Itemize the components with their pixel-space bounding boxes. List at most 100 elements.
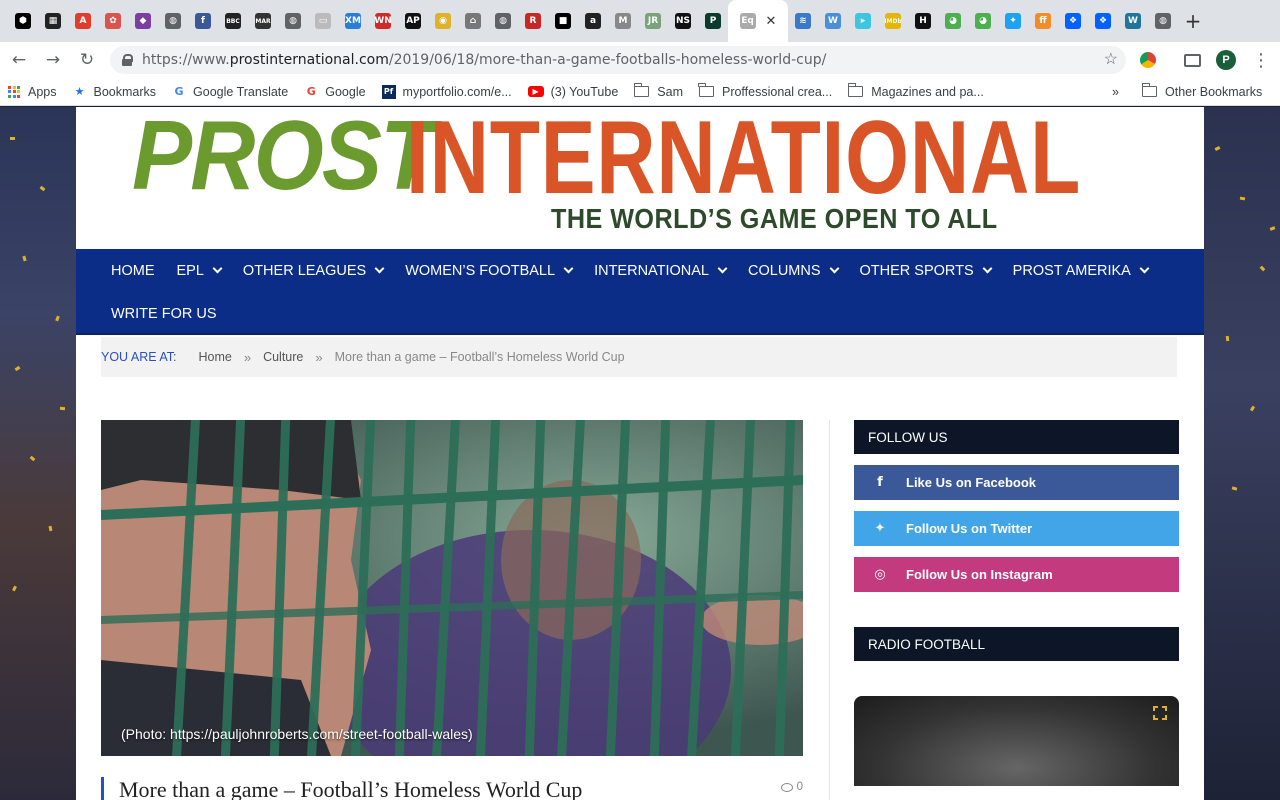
browser-tab[interactable]: M [608, 0, 638, 42]
extension-chrome[interactable] [1140, 42, 1156, 78]
nav-item[interactable]: EPL [177, 263, 223, 279]
nav-item[interactable]: COLUMNS [748, 263, 839, 279]
bookmark-item[interactable]: ▶ (3) YouTube [520, 78, 627, 106]
waves-icon: ≋ [795, 13, 811, 29]
browser-tab[interactable]: XM [338, 0, 368, 42]
twitter-icon: ✦ [874, 521, 886, 536]
expand-icon[interactable] [1153, 706, 1167, 720]
site-logo[interactable]: PROST INTERNATIONAL THE WORLD’S GAME OPE… [76, 107, 1204, 249]
nav-item[interactable]: WOMEN’S FOOTBALL [405, 263, 574, 279]
social-link[interactable]: f Like Us on Facebook [854, 465, 1179, 500]
chevron-down-icon [1139, 263, 1150, 274]
imdb-icon: IMDb [885, 13, 901, 29]
bookmark-item[interactable]: Apps [0, 78, 65, 106]
browser-tab[interactable]: H [908, 0, 938, 42]
browser-tab[interactable]: ▸ [848, 0, 878, 42]
forward-button[interactable]: → [38, 45, 68, 75]
browser-tab[interactable]: ◕ [968, 0, 998, 42]
nav-item-label: OTHER SPORTS [859, 262, 974, 279]
profile-button[interactable]: P [1216, 42, 1236, 78]
browser-tab[interactable]: Eq ✕ [728, 0, 788, 42]
cast-icon [1184, 53, 1201, 67]
browser-tab[interactable]: a [578, 0, 608, 42]
browser-tab[interactable]: ◉ [428, 0, 458, 42]
bookmark-item[interactable]: ★ Bookmarks [65, 78, 165, 106]
post-title[interactable]: More than a game – Football’s Homeless W… [119, 777, 582, 800]
youtube-icon: ▶ [527, 86, 544, 97]
browser-tab[interactable]: ◍ [158, 0, 188, 42]
browser-tab[interactable]: MAR [248, 0, 278, 42]
nav-item[interactable]: OTHER SPORTS [859, 262, 993, 279]
nav-item[interactable]: HOME [111, 263, 155, 279]
browser-tab[interactable]: BBC [218, 0, 248, 42]
browser-tab[interactable]: ✦ [998, 0, 1028, 42]
comment-count[interactable]: 0 [780, 781, 803, 793]
bookmarks-overflow-button[interactable]: » [1104, 78, 1127, 106]
bookmark-label: Apps [28, 84, 57, 99]
comment-count-value: 0 [796, 781, 803, 793]
bookmark-item[interactable]: Proffessional crea... [691, 78, 840, 106]
wn-icon: WN [375, 13, 391, 29]
back-button[interactable]: ← [4, 45, 34, 75]
cast-button[interactable] [1184, 42, 1201, 78]
social-link[interactable]: ◎ Follow Us on Instagram [854, 557, 1179, 592]
browser-tab[interactable]: ff [1028, 0, 1058, 42]
browser-tab[interactable]: ▦ [38, 0, 68, 42]
bookmark-star-icon[interactable]: ☆ [1104, 49, 1118, 69]
browser-tab[interactable]: A [68, 0, 98, 42]
browser-tab[interactable]: ◆ [128, 0, 158, 42]
nav-item[interactable]: INTERNATIONAL [594, 263, 728, 279]
browser-tab[interactable]: WN [368, 0, 398, 42]
browser-tab[interactable]: ≋ [788, 0, 818, 42]
browser-tab[interactable]: ■ [548, 0, 578, 42]
ns-icon: NS [675, 13, 691, 29]
nav-item[interactable]: PROST AMERIKA [1013, 263, 1150, 279]
bookmark-item[interactable]: Sam [626, 78, 691, 106]
bookmark-item[interactable]: G Google [296, 78, 373, 106]
bookmark-item[interactable]: Pf myportfolio.com/e... [374, 78, 520, 106]
close-tab-icon[interactable]: ✕ [766, 14, 777, 29]
breadcrumb-category[interactable]: Culture [263, 350, 303, 364]
browser-tab[interactable]: ◍ [278, 0, 308, 42]
browser-tab[interactable]: f [188, 0, 218, 42]
bookmark-item[interactable]: G Google Translate [164, 78, 296, 106]
browser-tab[interactable]: ◍ [488, 0, 518, 42]
menu-button[interactable]: ⋮ [1252, 42, 1270, 78]
browser-tab[interactable]: ▭ [308, 0, 338, 42]
coin-icon: ◉ [435, 13, 451, 29]
other-bookmarks[interactable]: Other Bookmarks [1134, 78, 1270, 106]
browser-tab[interactable]: W [1118, 0, 1148, 42]
address-bar[interactable]: https://www.prostinternational.com/2019/… [110, 46, 1126, 74]
nav-item[interactable]: WRITE FOR US [111, 306, 217, 322]
new-tab-button[interactable]: + [1178, 0, 1208, 42]
browser-tab[interactable]: ⌂ [458, 0, 488, 42]
site-container: PROST INTERNATIONAL THE WORLD’S GAME OPE… [76, 107, 1204, 800]
browser-tab[interactable]: ❖ [1088, 0, 1118, 42]
radio-football-player[interactable] [854, 696, 1179, 786]
browser-tab[interactable]: R [518, 0, 548, 42]
chrome-icon: ◕ [945, 13, 961, 29]
nav-item[interactable]: OTHER LEAGUES [243, 263, 385, 279]
browser-tab[interactable]: ✿ [98, 0, 128, 42]
social-link[interactable]: ✦ Follow Us on Twitter [854, 511, 1179, 546]
browser-tab[interactable]: AP [398, 0, 428, 42]
browser-tab[interactable]: W [818, 0, 848, 42]
browser-tab[interactable]: JR [638, 0, 668, 42]
browser-tab[interactable]: IMDb [878, 0, 908, 42]
wordpress-icon: W [1125, 13, 1141, 29]
bookmark-item[interactable]: Magazines and pa... [840, 78, 992, 106]
browser-tab[interactable]: ❖ [1058, 0, 1088, 42]
reload-button[interactable]: ↻ [72, 45, 102, 75]
browser-tab[interactable]: ⬢ [8, 0, 38, 42]
bookmark-label: (3) YouTube [550, 84, 619, 99]
instagram-icon: ◎ [874, 567, 886, 582]
folder-icon [847, 83, 864, 97]
browser-tab[interactable]: NS [668, 0, 698, 42]
breadcrumb-home[interactable]: Home [199, 350, 232, 364]
browser-tab[interactable]: ◕ [938, 0, 968, 42]
browser-tab[interactable]: ◍ [1148, 0, 1178, 42]
globe-icon: ◍ [165, 13, 181, 29]
browser-tab[interactable]: P [698, 0, 728, 42]
twitter-icon: ✦ [1005, 13, 1021, 29]
square-icon: ■ [555, 13, 571, 29]
